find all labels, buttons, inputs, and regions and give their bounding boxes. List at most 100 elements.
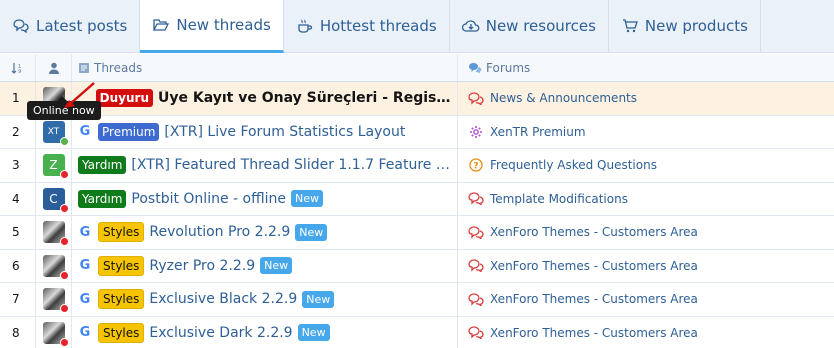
thread-cell: Duyuru Üye Kayıt ve Onay Süreçleri - Reg…: [72, 82, 458, 115]
coffee-icon: [296, 17, 314, 35]
table-row[interactable]: 4 C Yardım Postbit Online - offline New …: [0, 182, 834, 216]
gear-icon: [468, 124, 484, 140]
forum-cell: ? Frequently Asked Questions: [458, 149, 834, 182]
avatar-cell: [36, 249, 72, 282]
folder-open-icon: [152, 16, 170, 34]
thread-title-link[interactable]: Ryzer Pro 2.2.9: [149, 258, 255, 274]
tab-hottest-threads[interactable]: Hottest threads: [284, 0, 450, 52]
comments-icon: [468, 325, 484, 341]
google-icon: G: [79, 258, 91, 274]
forum-link[interactable]: XenForo Themes - Customers Area: [490, 225, 698, 239]
forum-cell: XenForo Themes - Customers Area: [458, 317, 834, 348]
row-number: 7: [0, 283, 36, 316]
avatar-cell: Z: [36, 149, 72, 182]
thread-cell: G Styles Exclusive Black 2.2.9 New: [72, 283, 458, 316]
table-row[interactable]: 8 G Styles Exclusive Dark 2.2.9 New XenF…: [0, 316, 834, 348]
avatar-letter: XT: [47, 126, 60, 137]
thread-prefix-badge[interactable]: Premium: [98, 122, 160, 141]
user-icon[interactable]: [36, 54, 72, 81]
table-row[interactable]: 1 Duyuru Üye Kayıt ve Onay Süreçleri - R…: [0, 82, 834, 116]
thread-prefix-badge[interactable]: Styles: [98, 255, 145, 276]
forums-column-header[interactable]: Forums: [458, 54, 834, 81]
comments-icon: [12, 17, 30, 35]
forum-link[interactable]: XenForo Themes - Customers Area: [490, 326, 698, 340]
forum-link[interactable]: Template Modifications: [490, 192, 628, 206]
status-dot-icon: [59, 203, 69, 213]
thread-list: 19 Threads Forums 1 Duyuru Üye Kayıt ve …: [0, 54, 834, 348]
row-number: 3: [0, 149, 36, 182]
tab-new-resources[interactable]: New resources: [450, 0, 609, 52]
thread-prefix-badge[interactable]: Yardım: [78, 156, 127, 175]
google-icon: G: [79, 224, 91, 240]
tab-new-products[interactable]: New products: [609, 0, 761, 52]
svg-text:9: 9: [18, 69, 21, 74]
status-dot-icon: [59, 136, 69, 146]
row-number: 4: [0, 182, 36, 215]
forum-cell: XenForo Themes - Customers Area: [458, 216, 834, 249]
forum-cell: XenForo Themes - Customers Area: [458, 283, 834, 316]
threads-column-header[interactable]: Threads: [72, 54, 458, 81]
table-row[interactable]: 2 XT G Premium [XTR] Live Forum Statisti…: [0, 115, 834, 149]
avatar[interactable]: [42, 221, 69, 247]
thread-title-link[interactable]: Postbit Online - offline: [131, 191, 286, 207]
thread-title-link[interactable]: Üye Kayıt ve Onay Süreçleri - Registrati…: [158, 90, 457, 106]
thread-title-link[interactable]: Revolution Pro 2.2.9: [149, 224, 290, 240]
thread-cell: Yardım Postbit Online - offline New: [72, 182, 458, 215]
thread-prefix-badge[interactable]: Styles: [98, 322, 145, 343]
tab-new-threads[interactable]: New threads: [140, 0, 284, 53]
svg-text:?: ?: [473, 162, 478, 172]
cloud-download-icon: [461, 17, 480, 35]
avatar[interactable]: [42, 288, 69, 314]
forum-cell: News & Announcements: [458, 82, 834, 115]
thread-cell: G Styles Exclusive Dark 2.2.9 New: [72, 316, 458, 348]
tab-bar: Latest posts New threads Hottest threads…: [0, 0, 834, 53]
table-row[interactable]: 5 G Styles Revolution Pro 2.2.9 New XenF…: [0, 216, 834, 250]
avatar[interactable]: C: [42, 187, 69, 213]
forum-cell: XenTR Premium: [458, 116, 834, 149]
table-row[interactable]: 7 G Styles Exclusive Black 2.2.9 New Xen…: [0, 283, 834, 317]
forums-header-icon: [468, 62, 482, 74]
forum-link[interactable]: XenForo Themes - Customers Area: [490, 259, 698, 273]
avatar-letter: C: [49, 191, 58, 206]
list-header: 19 Threads Forums: [0, 54, 834, 82]
avatar-cell: [36, 216, 72, 249]
forum-link[interactable]: Frequently Asked Questions: [490, 158, 657, 172]
thread-prefix-badge[interactable]: Styles: [98, 289, 145, 310]
thread-title-link[interactable]: Exclusive Dark 2.2.9: [149, 325, 292, 341]
forum-cell: XenForo Themes - Customers Area: [458, 250, 834, 283]
forum-cell: Template Modifications: [458, 183, 834, 216]
question-icon: ?: [468, 157, 484, 173]
forum-link[interactable]: XenTR Premium: [490, 125, 586, 139]
avatar[interactable]: [42, 321, 69, 347]
google-icon: G: [79, 325, 91, 341]
avatar[interactable]: [42, 254, 69, 280]
tab-latest-posts[interactable]: Latest posts: [0, 0, 141, 52]
forum-link[interactable]: XenForo Themes - Customers Area: [490, 292, 698, 306]
sort-order-icon[interactable]: 19: [0, 54, 36, 81]
status-dot-icon: [59, 270, 69, 280]
status-dot-icon: [59, 304, 69, 314]
thread-prefix-badge[interactable]: Duyuru: [95, 89, 154, 108]
avatar[interactable]: Z: [42, 154, 69, 180]
thread-prefix-badge[interactable]: Yardım: [78, 189, 127, 208]
avatar-letter: Z: [49, 158, 58, 173]
new-badge: New: [302, 290, 335, 308]
tab-label: Hottest threads: [319, 17, 437, 35]
table-row[interactable]: 6 G Styles Ryzer Pro 2.2.9 New XenForo T…: [0, 249, 834, 283]
thread-title-link[interactable]: [XTR] Live Forum Statistics Layout: [164, 124, 405, 140]
google-icon: G: [79, 291, 91, 307]
thread-cell: G Styles Revolution Pro 2.2.9 New: [72, 216, 458, 249]
row-number: 2: [0, 115, 36, 148]
forum-link[interactable]: News & Announcements: [490, 91, 637, 105]
tab-label: New resources: [485, 17, 596, 35]
row-number: 5: [0, 216, 36, 249]
status-dot-icon: [59, 170, 69, 180]
thread-title-link[interactable]: [XTR] Featured Thread Slider 1.1.7 Featu…: [131, 157, 457, 173]
rows-container: 1 Duyuru Üye Kayıt ve Onay Süreçleri - R…: [0, 82, 834, 348]
thread-title-link[interactable]: Exclusive Black 2.2.9: [149, 291, 297, 307]
tab-label: New threads: [176, 16, 271, 34]
avatar[interactable]: XT: [42, 120, 69, 146]
new-badge: New: [295, 223, 328, 241]
table-row[interactable]: 3 Z Yardım [XTR] Featured Thread Slider …: [0, 149, 834, 183]
thread-prefix-badge[interactable]: Styles: [98, 222, 145, 243]
